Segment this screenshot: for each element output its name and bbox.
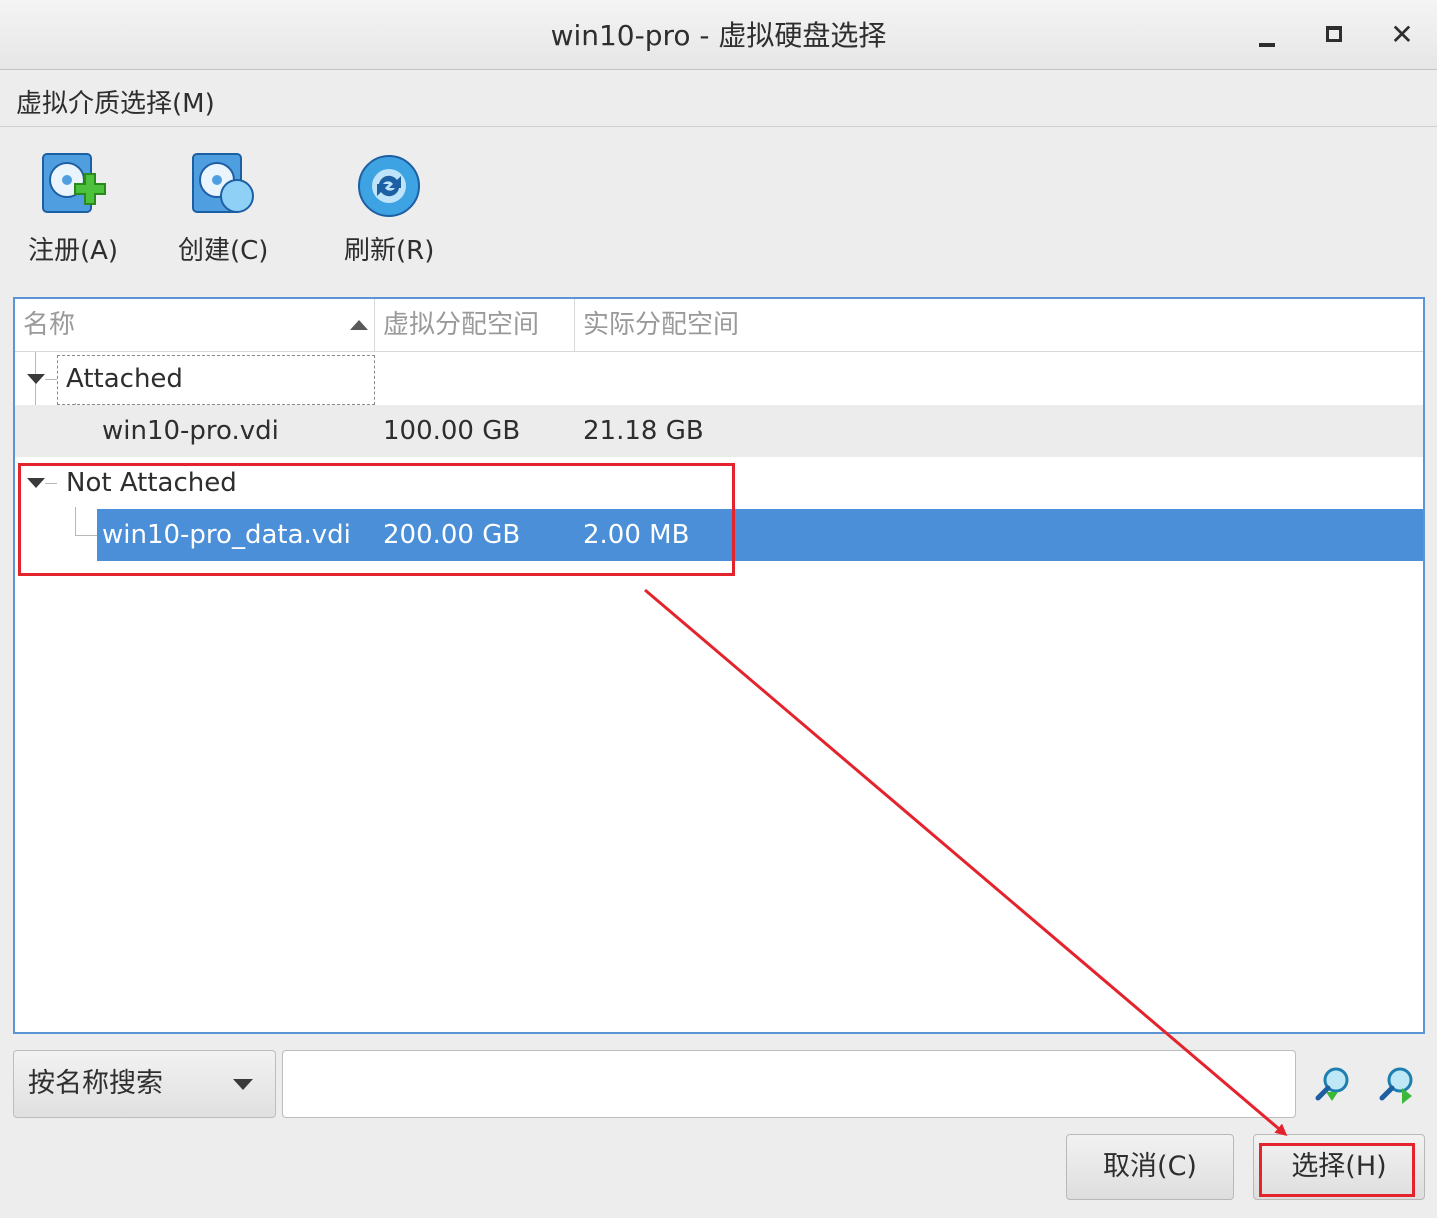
cell-actual-size: 2.00 MB xyxy=(583,520,690,550)
chevron-down-icon xyxy=(233,1079,253,1090)
group-label: Attached xyxy=(66,364,183,394)
cell-actual-size: 21.18 GB xyxy=(583,416,704,446)
cell-name: win10-pro.vdi xyxy=(102,416,279,446)
cell-virtual-size: 200.00 GB xyxy=(383,520,521,550)
close-icon: ✕ xyxy=(1390,17,1414,51)
menu-medium-select[interactable]: 虚拟介质选择(M) xyxy=(16,83,215,120)
expand-arrow-icon[interactable] xyxy=(27,374,45,384)
add-button[interactable]: 注册(A) xyxy=(28,150,118,270)
sort-ascending-icon xyxy=(350,320,368,330)
disk-add-icon xyxy=(42,153,107,213)
search-input[interactable] xyxy=(282,1050,1296,1118)
search-mode-label: 按名称搜索 xyxy=(28,1068,163,1099)
table-row-group-not-attached[interactable]: Not Attached xyxy=(15,457,1423,509)
disk-create-icon xyxy=(192,153,255,213)
create-button[interactable]: 创建(C) xyxy=(178,150,268,270)
search-previous-button[interactable] xyxy=(1310,1062,1354,1106)
search-mode-combo[interactable]: 按名称搜索 xyxy=(13,1050,276,1118)
select-button[interactable]: 选择(H) xyxy=(1253,1134,1425,1200)
maximize-icon xyxy=(1326,26,1342,42)
table-row[interactable]: win10-pro.vdi 100.00 GB 21.18 GB xyxy=(15,405,1423,457)
medium-tree-table[interactable]: 名称 虚拟分配空间 实际分配空间 Attached win10-pro.vdi … xyxy=(13,297,1425,1034)
create-label: 创建(C) xyxy=(178,236,269,266)
cancel-button[interactable]: 取消(C) xyxy=(1066,1134,1234,1200)
title-bar: win10-pro - 虚拟硬盘选择 ✕ xyxy=(0,0,1437,70)
expand-arrow-icon[interactable] xyxy=(27,478,45,488)
refresh-icon xyxy=(358,155,421,217)
minimize-button[interactable] xyxy=(1247,12,1287,56)
search-forward-icon xyxy=(1379,1067,1413,1104)
cell-name: win10-pro_data.vdi xyxy=(102,520,351,550)
close-button[interactable]: ✕ xyxy=(1382,12,1422,56)
refresh-button[interactable]: 刷新(R) xyxy=(344,150,434,270)
column-header-virtual-size[interactable]: 虚拟分配空间 xyxy=(375,299,575,352)
menu-bar: 虚拟介质选择(M) xyxy=(0,71,1437,127)
search-next-button[interactable] xyxy=(1374,1062,1418,1106)
search-backward-icon xyxy=(1315,1067,1349,1101)
column-header-actual-size[interactable]: 实际分配空间 xyxy=(575,299,1423,352)
maximize-button[interactable] xyxy=(1314,12,1354,56)
column-header-name[interactable]: 名称 xyxy=(15,299,375,352)
add-label: 注册(A) xyxy=(28,236,119,266)
table-row-selected[interactable]: win10-pro_data.vdi 200.00 GB 2.00 MB xyxy=(15,509,1423,561)
group-label: Not Attached xyxy=(66,468,237,498)
cell-virtual-size: 100.00 GB xyxy=(383,416,521,446)
table-row-group-attached[interactable]: Attached xyxy=(15,353,1423,405)
window-title: win10-pro - 虚拟硬盘选择 xyxy=(550,19,887,52)
minimize-icon xyxy=(1259,43,1275,47)
refresh-label: 刷新(R) xyxy=(344,236,435,266)
table-header: 名称 虚拟分配空间 实际分配空间 xyxy=(15,299,1423,352)
